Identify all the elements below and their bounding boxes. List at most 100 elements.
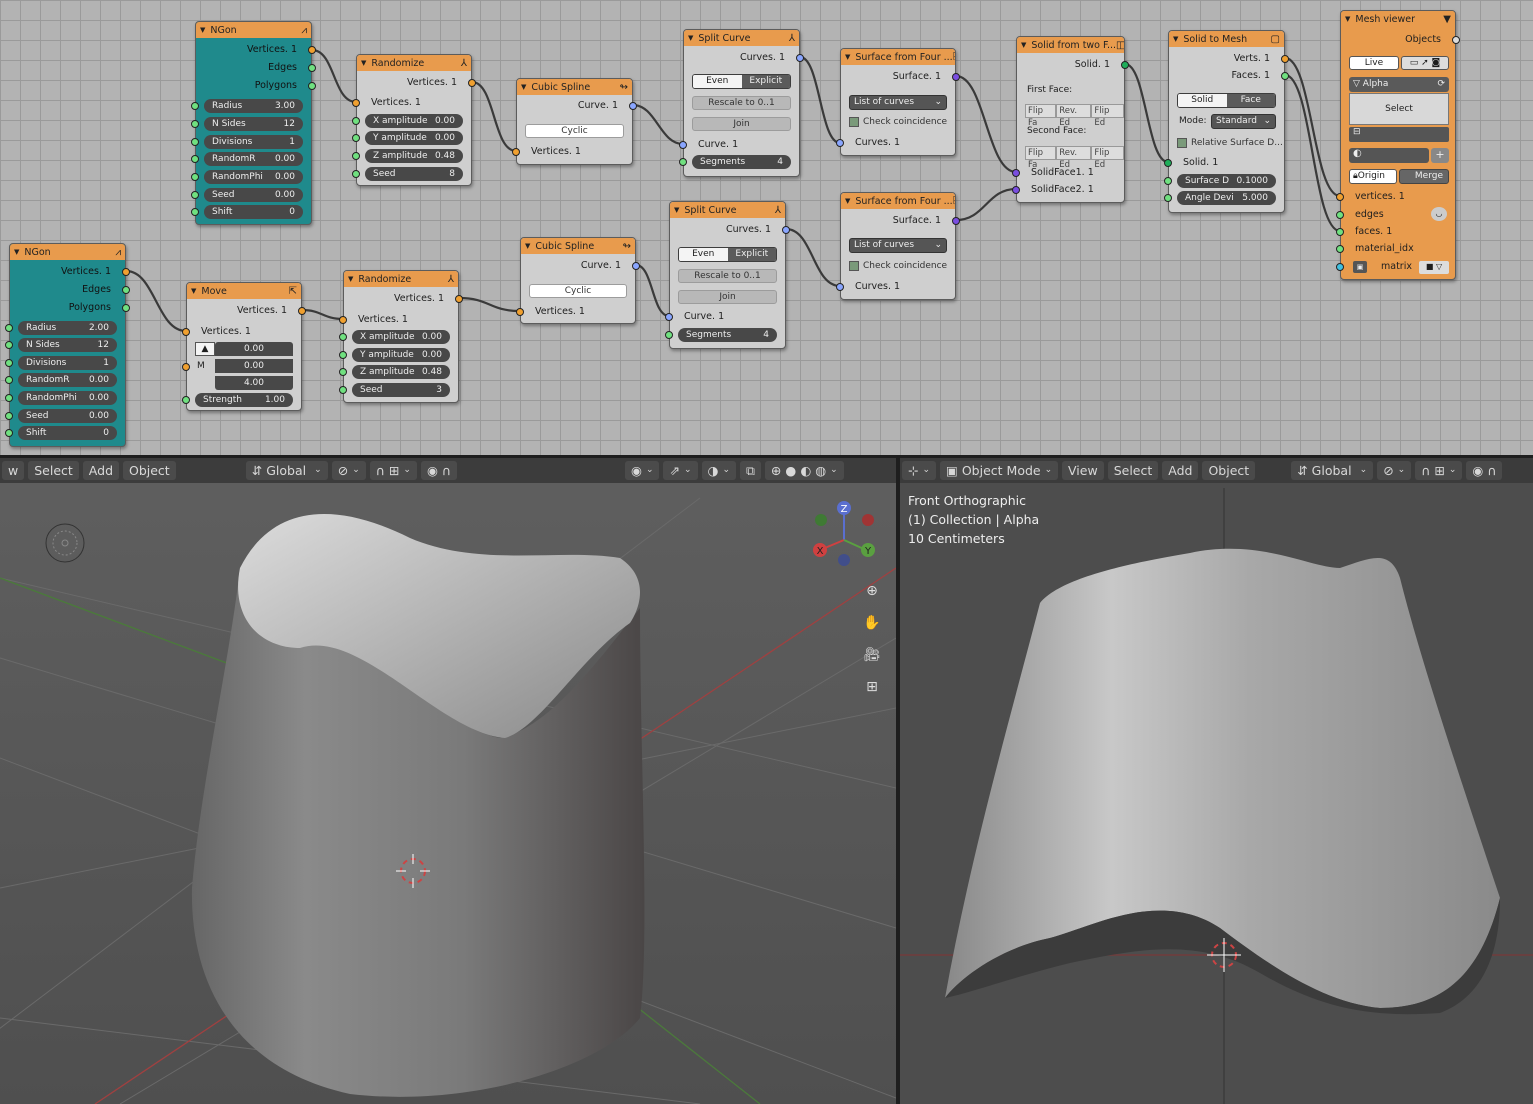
node-header[interactable]: ▼ Move ⇱: [187, 283, 301, 299]
socket-in[interactable]: [5, 324, 13, 332]
socket-out-edges[interactable]: [308, 64, 316, 72]
flip-face-button[interactable]: Flip Fa: [1025, 146, 1057, 170]
socket-in[interactable]: [182, 328, 190, 336]
socket-out-vertices[interactable]: [308, 46, 316, 54]
refresh-icon[interactable]: ⟳: [1437, 77, 1445, 92]
randomr-field[interactable]: RandomR 0.00: [18, 373, 117, 387]
socket-in[interactable]: [5, 341, 13, 349]
edges-display-icon[interactable]: ◡: [1431, 207, 1447, 221]
socket-in[interactable]: [1164, 177, 1172, 185]
node-header[interactable]: ▼ NGon ⩘: [10, 244, 125, 260]
node-header[interactable]: ▼ Split Curve ⅄: [670, 202, 785, 218]
nsides-field[interactable]: N Sides 12: [204, 117, 303, 131]
checkbox-box[interactable]: [1177, 138, 1187, 148]
randomize-node-2[interactable]: ▼ Randomize ⅄ Vertices. 1 Vertices. 1 X am…: [339, 270, 463, 403]
socket-in[interactable]: [665, 331, 673, 339]
navigation-gizmo[interactable]: Z X Y: [804, 498, 884, 578]
socket-in[interactable]: [1012, 186, 1020, 194]
gizmo-neg-z[interactable]: [838, 554, 850, 566]
mesher-mode-dropdown[interactable]: Standard ⌄: [1211, 114, 1276, 129]
rendered-icon[interactable]: ◍: [815, 461, 826, 480]
menu-view[interactable]: w: [2, 461, 25, 480]
split-mode-toggle[interactable]: Even Explicit: [678, 247, 777, 262]
socket-in[interactable]: [679, 141, 687, 149]
node-header[interactable]: ▼ NGon ⩘: [196, 22, 311, 38]
visibility-toggles-icon[interactable]: ▭ ➚ ◙: [1401, 56, 1449, 70]
seed-field[interactable]: Seed 3: [352, 383, 450, 397]
socket-in[interactable]: [352, 170, 360, 178]
live-toggle[interactable]: Live: [1349, 56, 1399, 70]
gizmo-neg-y[interactable]: [815, 514, 827, 526]
menu-view[interactable]: View: [1062, 461, 1104, 480]
reverse-edges-button[interactable]: Rev. Ed: [1056, 104, 1092, 128]
randomr-field[interactable]: RandomR 0.00: [204, 152, 303, 166]
even-option[interactable]: Even: [679, 248, 728, 261]
merge-button[interactable]: Merge: [1399, 169, 1449, 184]
socket-in[interactable]: [191, 191, 199, 199]
socket-in[interactable]: [339, 386, 347, 394]
node-editor[interactable]: ▼ NGon ⩘ Vertices. 1 Edges Polygons Radius…: [0, 0, 1533, 455]
pivot-dropdown[interactable]: ⊘ ⌄: [1377, 461, 1412, 480]
editor-type-dropdown[interactable]: ⊹ ⌄: [902, 461, 937, 480]
surface-mode-dropdown[interactable]: List of curves ⌄: [849, 95, 947, 110]
flip-face-button[interactable]: Flip Fa: [1025, 104, 1057, 128]
socket-in[interactable]: [665, 313, 673, 321]
socket-out[interactable]: [468, 79, 476, 87]
socket-in[interactable]: [182, 363, 190, 371]
matrix-toggle-icon[interactable]: ▣: [1353, 261, 1367, 273]
menu-object[interactable]: Object: [1202, 461, 1256, 480]
socket-in[interactable]: [191, 138, 199, 146]
viewport-perspective[interactable]: w Select Add Object ⇵ Global ⌄ ⊘ ⌄ ∩ ⊞ ⌄ ◉ ∩ ◉…: [0, 458, 896, 1104]
material-icon[interactable]: ◐: [1349, 148, 1429, 163]
socket-in[interactable]: [1164, 194, 1172, 202]
socket-out-polygons[interactable]: [122, 304, 130, 312]
seed-field[interactable]: Seed 8: [365, 167, 463, 181]
socket-in[interactable]: [679, 158, 687, 166]
socket-in[interactable]: [1336, 228, 1344, 236]
socket-out[interactable]: [796, 54, 804, 62]
move-node[interactable]: ▼ Move ⇱ Vertices. 1 Vertices. 1 ▲ M 0.00 …: [182, 282, 306, 411]
node-header[interactable]: ▼ Cubic Spline ↬: [521, 238, 635, 254]
segments-field[interactable]: Segments 4: [678, 328, 777, 342]
randomize-node-1[interactable]: ▼ Randomize ⅄ Vertices. 1 Vertices. 1 X am…: [352, 54, 476, 186]
solid-to-mesh-node[interactable]: ▼ Solid to Mesh ▢ Verts. 1 Faces. 1 Solid F…: [1164, 30, 1289, 213]
socket-out[interactable]: [952, 73, 960, 81]
wireframe-icon[interactable]: ⊕: [771, 461, 781, 480]
split-mode-toggle[interactable]: Even Explicit: [692, 74, 791, 89]
vector-toggle-icon[interactable]: ▲: [195, 342, 215, 356]
solid-from-two-faces-node[interactable]: ▼ Solid from two F... ◫ Solid. 1 First Fac…: [1012, 36, 1129, 203]
socket-in[interactable]: [5, 429, 13, 437]
xray-toggle[interactable]: ⧉: [739, 461, 761, 480]
node-header[interactable]: ▼ Solid to Mesh ▢: [1169, 31, 1284, 47]
node-header[interactable]: ▼ Randomize ⅄: [344, 271, 458, 287]
ngon-node-2[interactable]: ▼ NGon ⩘ Vertices. 1 Edges Polygons Radius…: [5, 243, 130, 447]
add-material-button[interactable]: +: [1431, 148, 1449, 163]
vector-z-field[interactable]: 4.00: [215, 376, 293, 390]
rescale-toggle[interactable]: Rescale to 0..1: [678, 269, 777, 283]
radius-field[interactable]: Radius 2.00: [18, 321, 117, 335]
z-amplitude-field[interactable]: Z amplitude 0.48: [352, 365, 450, 379]
segments-field[interactable]: Segments 4: [692, 155, 791, 169]
pan-hand-icon[interactable]: ✋: [861, 612, 883, 634]
socket-in[interactable]: [339, 333, 347, 341]
solid-face-toggle[interactable]: Solid Face: [1177, 93, 1276, 108]
socket-in[interactable]: [339, 316, 347, 324]
relative-surface-checkbox[interactable]: Relative Surface D...: [1177, 136, 1283, 150]
origin-button[interactable]: 🔒︎Origin: [1349, 169, 1397, 184]
explicit-option[interactable]: Explicit: [727, 248, 776, 261]
socket-out[interactable]: [298, 307, 306, 315]
mesh-viewer-node[interactable]: ▼ Mesh viewer ▼ Objects Live ▭ ➚ ◙ ▽ Alpha…: [1336, 10, 1460, 280]
socket-in[interactable]: [1336, 211, 1344, 219]
socket-out[interactable]: [1121, 61, 1129, 69]
nsides-field[interactable]: N Sides 12: [18, 338, 117, 352]
socket-out[interactable]: [632, 262, 640, 270]
menu-object[interactable]: Object: [123, 461, 176, 480]
randomphi-field[interactable]: RandomPhi 0.00: [18, 391, 117, 405]
check-coincidence-checkbox[interactable]: Check coincidence: [849, 259, 947, 273]
viewport-front-orthographic[interactable]: ⊹ ⌄ ▣ Object Mode ⌄ View Select Add Object …: [900, 458, 1533, 1104]
cyclic-toggle[interactable]: Cyclic: [525, 124, 624, 138]
socket-in[interactable]: [191, 102, 199, 110]
divisions-field[interactable]: Divisions 1: [204, 135, 303, 149]
socket-in[interactable]: [191, 208, 199, 216]
surface-from-four-node-2[interactable]: ▼Surface from Four ...⎘ Surface. 1 List …: [836, 192, 960, 300]
